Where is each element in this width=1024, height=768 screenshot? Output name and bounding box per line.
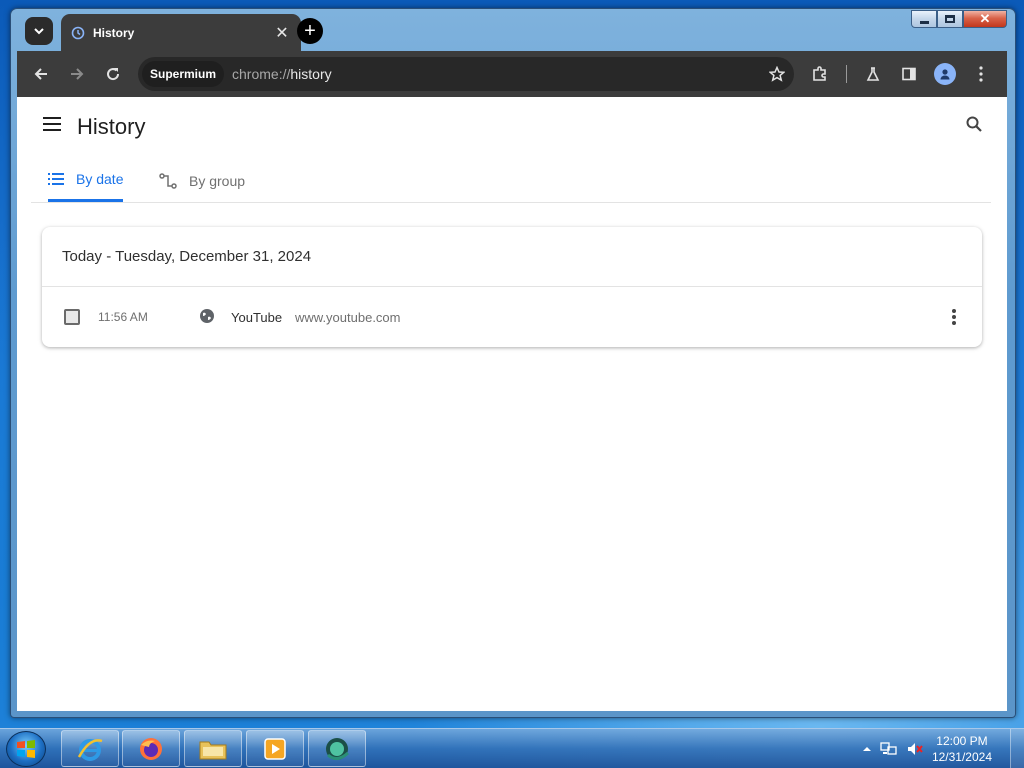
tab-by-group[interactable]: By group — [159, 159, 245, 202]
extensions-button[interactable] — [802, 56, 838, 92]
globe-icon — [200, 309, 214, 323]
tab-close-icon[interactable]: ✕ — [273, 23, 291, 43]
back-button[interactable] — [23, 56, 59, 92]
start-button[interactable] — [6, 731, 46, 767]
url-path: history — [290, 66, 332, 82]
url-text[interactable]: chrome://history — [232, 66, 760, 82]
puzzle-icon — [813, 66, 826, 81]
taskbar-firefox[interactable] — [122, 730, 180, 767]
entry-domain: www.youtube.com — [295, 309, 401, 325]
group-icon — [159, 172, 177, 189]
network-button[interactable] — [880, 741, 898, 757]
side-panel-icon — [902, 67, 916, 81]
tab-strip: History ✕ + — [17, 14, 1007, 52]
forward-button[interactable] — [59, 56, 95, 92]
url-scheme: chrome:// — [232, 66, 291, 82]
tab-by-date-label: By date — [76, 171, 124, 187]
side-panel-button[interactable] — [891, 56, 927, 92]
tab-by-group-label: By group — [189, 172, 246, 189]
day-header: Today - Tuesday, December 31, 2024 — [42, 227, 982, 287]
browser-toolbar: Supermium chrome://history — [17, 51, 1007, 97]
folder-icon — [199, 741, 227, 759]
star-icon — [769, 66, 785, 82]
entry-checkbox[interactable] — [64, 309, 80, 325]
taskbar-supermium[interactable] — [308, 730, 366, 767]
arrow-right-icon — [71, 68, 84, 80]
list-icon — [48, 172, 64, 186]
more-vert-icon — [979, 66, 983, 82]
show-hidden-icons-button[interactable] — [862, 745, 872, 753]
toolbar-right-actions — [802, 56, 999, 92]
reload-button[interactable] — [95, 56, 131, 92]
clock-date: 12/31/2024 — [931, 750, 992, 764]
history-page: History By date By group Today - Tuesday… — [17, 97, 1007, 711]
reload-icon — [107, 68, 120, 81]
entry-title-link[interactable]: YouTube — [231, 310, 282, 325]
history-view-tabs: By date By group — [31, 159, 991, 203]
search-icon — [966, 116, 982, 132]
flask-icon — [866, 67, 880, 81]
volume-button[interactable] — [906, 741, 924, 757]
taskbar-clock[interactable]: 12:00 PM 12/31/2024 — [932, 733, 992, 765]
chevron-up-icon — [862, 747, 871, 751]
tab-history[interactable]: History ✕ — [61, 14, 301, 52]
history-icon — [71, 26, 85, 40]
bookmark-star-button[interactable] — [760, 66, 794, 82]
chevron-down-icon — [34, 28, 44, 35]
supermium-icon — [326, 737, 350, 760]
entry-time: 11:56 AM — [98, 310, 148, 324]
browser-menu-button[interactable] — [963, 56, 999, 92]
page-header: History — [17, 97, 1007, 157]
network-icon — [880, 742, 897, 755]
taskbar: 12:00 PM 12/31/2024 — [0, 728, 1024, 768]
page-title: History — [77, 114, 146, 139]
windows-logo-icon — [17, 740, 35, 758]
arrow-left-icon — [34, 68, 47, 80]
history-entry[interactable]: 11:56 AM YouTube www.youtube.com — [42, 287, 982, 347]
tab-search-button[interactable] — [25, 17, 53, 45]
clock-time: 12:00 PM — [936, 734, 988, 748]
internet-explorer-icon — [77, 738, 103, 761]
system-tray: 12:00 PM 12/31/2024 — [862, 729, 1024, 768]
taskbar-file-explorer[interactable] — [184, 730, 242, 767]
search-history-button[interactable] — [965, 115, 983, 138]
history-day-card: Today - Tuesday, December 31, 2024 11:56… — [42, 227, 982, 347]
site-chip[interactable]: Supermium — [142, 61, 225, 87]
volume-muted-icon — [907, 743, 923, 755]
show-desktop-button[interactable] — [1010, 729, 1024, 768]
media-player-icon — [264, 737, 286, 760]
labs-button[interactable] — [855, 56, 891, 92]
taskbar-media-player[interactable] — [246, 730, 304, 767]
taskbar-internet-explorer[interactable] — [61, 730, 119, 767]
toolbar-separator — [846, 65, 847, 83]
firefox-icon — [140, 737, 162, 760]
profile-button[interactable] — [927, 56, 963, 92]
entry-more-button[interactable] — [952, 309, 956, 327]
tab-by-date[interactable]: By date — [48, 159, 124, 202]
avatar-icon — [934, 63, 956, 85]
menu-icon[interactable] — [43, 117, 61, 135]
address-bar[interactable]: Supermium chrome://history — [138, 57, 794, 91]
tab-title: History — [93, 26, 135, 40]
new-tab-button[interactable]: + — [297, 18, 323, 44]
